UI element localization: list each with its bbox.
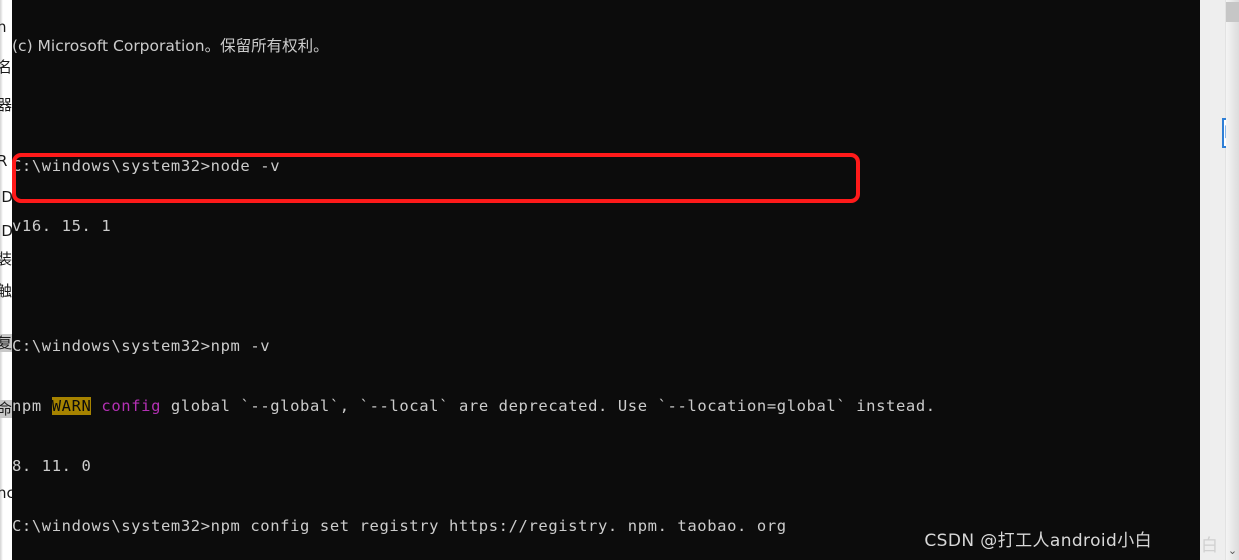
command-prompt-window[interactable]: (c) Microsoft Corporation。保留所有权利。 C:\win…: [12, 0, 1200, 560]
warn-prefix: npm: [12, 397, 52, 415]
console-line-prompt-node-version: C:\windows\system32>node -v: [12, 157, 281, 175]
scrollbar-thumb[interactable]: [1226, 2, 1239, 22]
warn-config-keyword: config: [101, 397, 161, 415]
console-line-npm-version-output: 8. 11. 0: [12, 457, 92, 475]
screenshot-root: n 名 器 R ID ID 装 触 复 命 nc (c) Microsoft C…: [0, 0, 1239, 560]
console-line-npm-warn: npm WARN config global `--global`, `--lo…: [12, 396, 936, 416]
page-margin-strip: [1200, 0, 1226, 560]
vertical-scrollbar[interactable]: ⌄: [1226, 0, 1239, 560]
console-line-node-version-output: v16. 15. 1: [12, 217, 112, 235]
background-page-right-sliver[interactable]: 区 白 ⌄: [1200, 0, 1239, 560]
chevron-down-icon[interactable]: ⌄: [1226, 544, 1239, 558]
window-edge-divider: [0, 0, 3, 560]
warn-badge: WARN: [51, 397, 92, 415]
console-line-prompt-npm-version: C:\windows\system32>npm -v: [12, 337, 271, 355]
warn-space: [91, 397, 101, 415]
console-line-copyright: (c) Microsoft Corporation。保留所有权利。: [12, 37, 329, 55]
console-output: (c) Microsoft Corporation。保留所有权利。 C:\win…: [12, 0, 936, 560]
warn-message: global `--global`, `--local` are depreca…: [161, 397, 936, 415]
console-line-prompt-npm-registry: C:\windows\system32>npm config set regis…: [12, 517, 787, 535]
csdn-watermark: CSDN @打工人android小白: [924, 531, 1152, 551]
watermark-overflow-glyph: 白: [1201, 536, 1218, 556]
